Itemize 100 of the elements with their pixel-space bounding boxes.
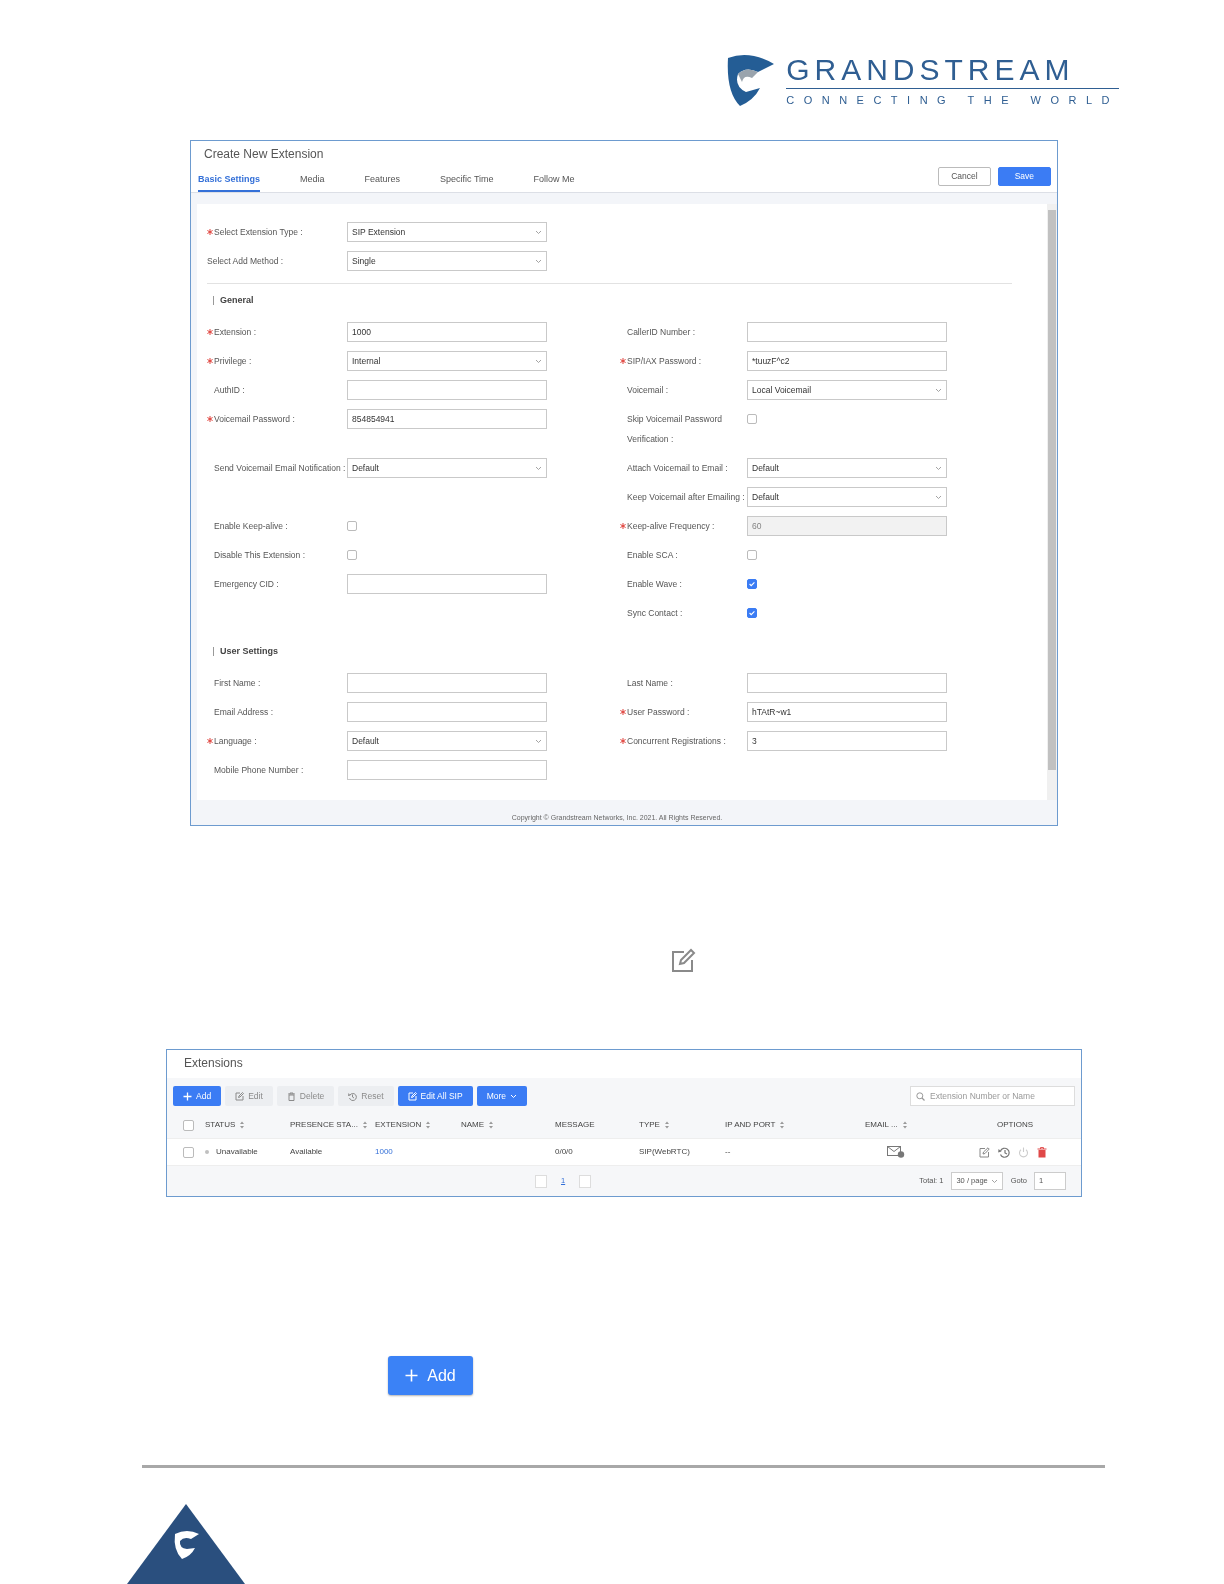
window-title: Extensions [167,1050,1081,1078]
required-icon [620,358,626,364]
row-checkbox[interactable] [183,1146,194,1158]
select-all-checkbox[interactable] [183,1119,194,1131]
field-label: Language : [214,735,257,748]
column-header[interactable]: OPTIONS [961,1119,1059,1131]
save-button[interactable]: Save [997,167,1051,186]
tab[interactable]: Specific Time [440,172,494,192]
checkbox[interactable] [347,550,357,560]
input-field[interactable] [347,574,547,594]
select-field[interactable]: Internal [347,351,547,371]
input-field[interactable]: *tuuzF^c2 [747,351,947,371]
select-field[interactable]: Default [747,458,947,478]
select-field[interactable]: SIP Extension [347,222,547,242]
select-field[interactable]: Local Voicemail [747,380,947,400]
tab[interactable]: Features [364,172,401,192]
edit-icon [979,1146,990,1158]
required-icon [207,329,213,335]
sort-icon [901,1120,908,1129]
field-label: Extension : [214,326,257,339]
next-page-button[interactable] [579,1174,592,1188]
history-icon [998,1146,1010,1158]
status-dot-icon [205,1149,209,1154]
toolbar-button[interactable]: More [476,1086,527,1106]
field-label: Concurrent Registrations : [627,735,726,748]
window-title: Create New Extension [203,146,325,163]
field-label: Emergency CID : [214,578,279,591]
scrollbar[interactable] [1047,204,1057,800]
field-label: Select Extension Type : [214,226,303,239]
table-cell-text: SIP(WebRTC) [639,1146,691,1158]
checkbox[interactable] [747,608,757,618]
column-header[interactable]: MESSAGE [555,1119,639,1131]
column-header[interactable]: EMAIL ... [865,1119,961,1131]
trash-icon [1037,1146,1047,1158]
power-icon [1018,1146,1029,1158]
brand-tagline: CONNECTING THE WORLD [786,88,1119,109]
cancel-button[interactable]: Cancel [938,167,991,186]
input-field[interactable]: 854854941 [347,409,547,429]
column-header[interactable]: NAME [461,1119,555,1131]
checkbox[interactable] [747,550,757,560]
required-icon [620,709,626,715]
column-header[interactable]: PRESENCE STA... [290,1119,375,1131]
edit-icon [670,948,696,974]
chevron-icon [935,387,942,393]
sort-icon [425,1120,432,1129]
select-value: Local Voicemail [752,383,812,397]
checkbox[interactable] [347,521,357,531]
input-field[interactable] [347,760,547,780]
table-cell-text: -- [725,1146,732,1158]
field-label: Enable Wave : [627,578,682,591]
check-icon [748,608,756,618]
sort-icon [663,1120,670,1129]
select-field[interactable]: Default [347,731,547,751]
input-field[interactable]: 3 [747,731,947,751]
field-label: Disable This Extension : [214,549,306,562]
table-cell-text: 0/0/0 [555,1146,574,1158]
required-icon [207,416,213,422]
column-header[interactable]: EXTENSION [375,1119,461,1131]
field-label: Sync Contact : [627,607,683,620]
section-title: General [213,296,1012,305]
trash-icon [286,1091,296,1101]
search-field[interactable]: Extension Number or Name [910,1086,1075,1106]
required-icon [207,229,213,235]
required-icon [207,358,213,364]
input-field[interactable]: hTAtR~w1 [747,702,947,722]
column-header[interactable]: STATUS [205,1119,290,1131]
tab[interactable]: Media [300,172,325,192]
input-field[interactable] [347,673,547,693]
select-field[interactable]: Default [747,487,947,507]
select-field[interactable]: Single [347,251,547,271]
select-value: Default [352,461,379,475]
chevron-icon [935,465,942,471]
checkbox[interactable] [747,414,757,424]
select-value: Default [752,461,779,475]
add-button[interactable]: Add [388,1356,473,1395]
column-header[interactable]: TYPE [639,1119,725,1131]
plus-icon [183,1091,192,1101]
toolbar-button[interactable]: Add [173,1086,222,1106]
field-label: Send Voicemail Email Notification : [214,462,346,475]
chevron-icon [535,465,542,471]
select-field[interactable]: Default [347,458,547,478]
input-field[interactable] [347,380,547,400]
checkbox[interactable] [747,579,757,589]
input-field[interactable] [747,673,947,693]
sort-icon [779,1120,786,1129]
extension-link[interactable]: 1000 [375,1147,393,1156]
toolbar-button[interactable]: Edit All SIP [397,1086,473,1106]
select-value: Default [352,734,379,748]
input-field[interactable] [747,322,947,342]
tab[interactable]: Follow Me [533,172,575,192]
plus-icon [405,1369,419,1382]
input-field[interactable] [347,702,547,722]
previous-page-button[interactable] [535,1174,547,1188]
input-field[interactable]: 1000 [347,322,547,342]
chevron-icon [535,258,542,264]
field-label: Voicemail Password : [214,413,295,426]
field-label: User Password : [627,706,690,719]
field-label: Enable SCA : [627,549,678,562]
column-header[interactable]: IP AND PORT [725,1119,865,1131]
chevron-icon [535,229,542,235]
